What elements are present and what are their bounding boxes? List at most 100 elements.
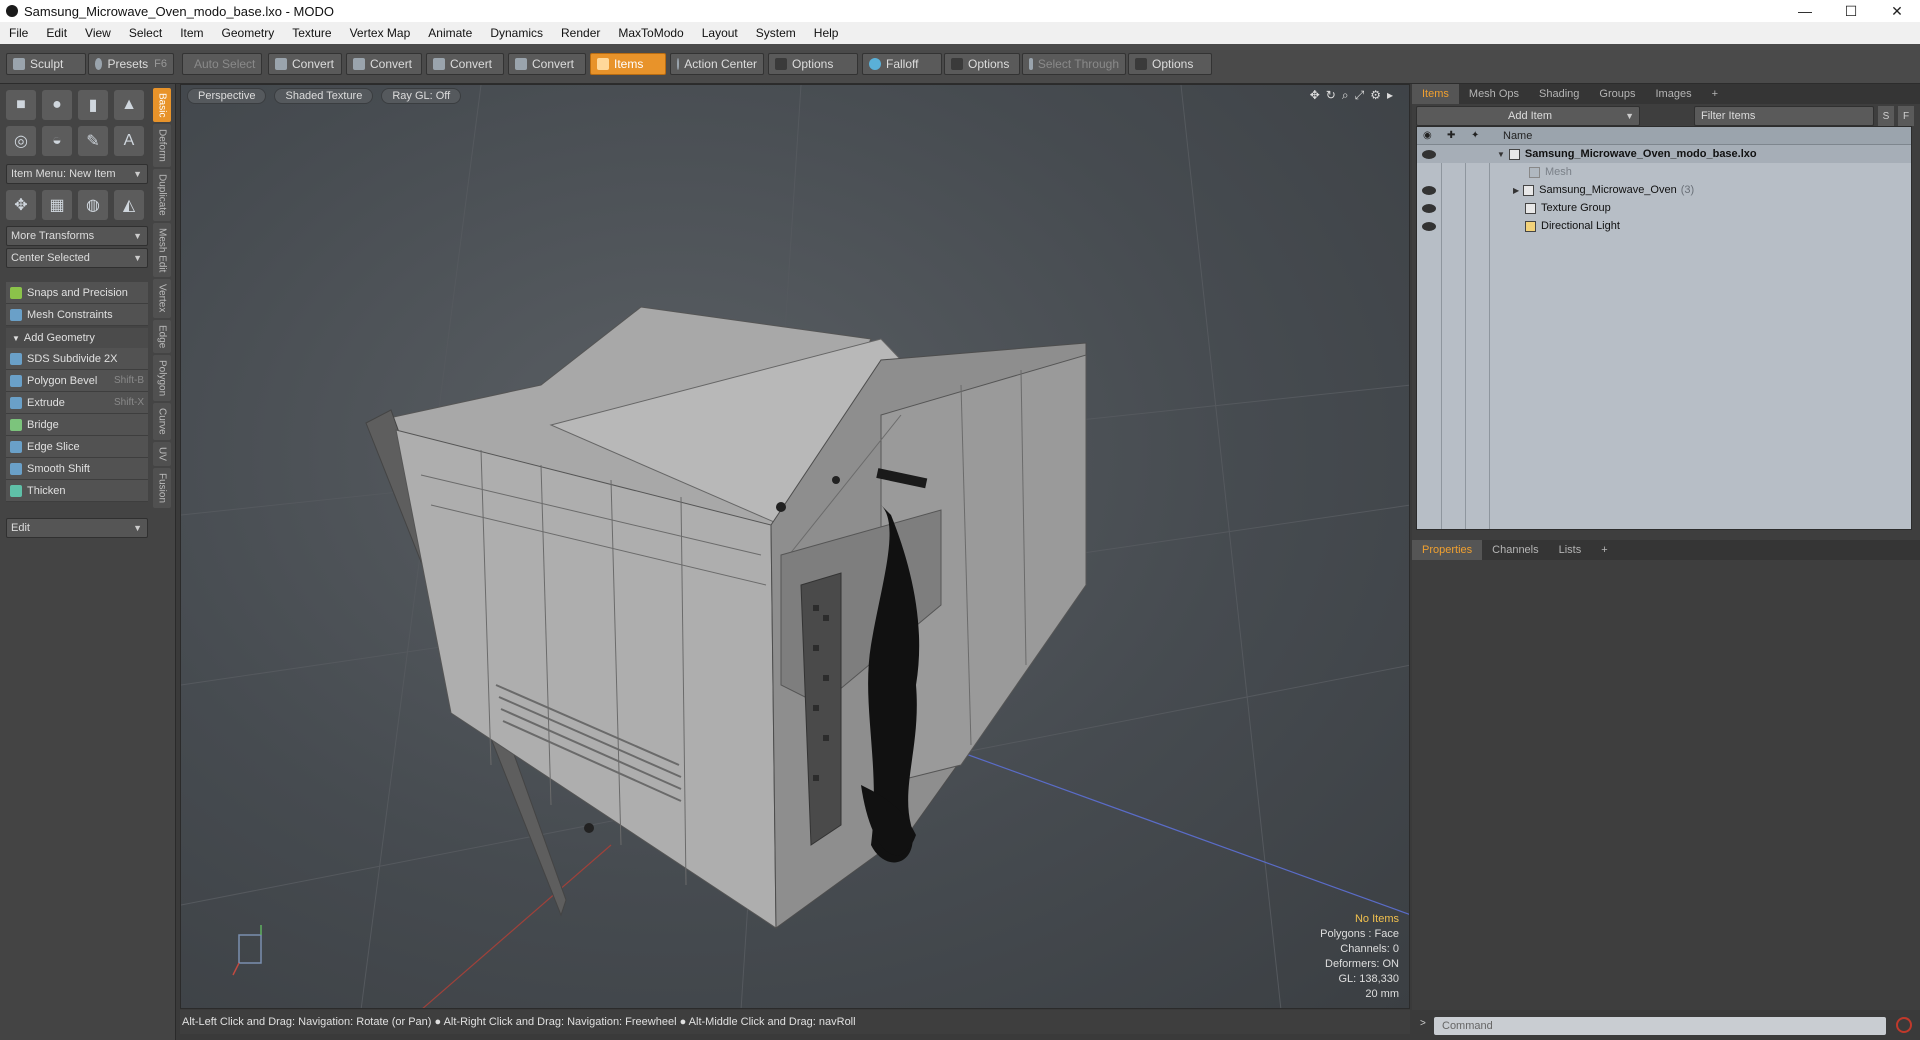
filter-f-button[interactable]: F (1898, 106, 1914, 126)
add-item-dropdown[interactable]: Add Item ▼ (1416, 106, 1640, 126)
tree-item-mesh[interactable]: Mesh (1417, 163, 1911, 181)
items-mode-button[interactable]: Items (590, 53, 666, 75)
tab-polygon[interactable]: Polygon (153, 355, 171, 402)
close-button[interactable]: ✕ (1874, 0, 1920, 22)
edit-dropdown[interactable]: Edit ▼ (6, 518, 148, 538)
rotate-icon[interactable]: ↻ (1326, 88, 1336, 103)
menu-help[interactable]: Help (805, 26, 848, 40)
view-perspective-button[interactable]: Perspective (187, 88, 267, 104)
menu-item[interactable]: Item (171, 26, 212, 40)
tree-item-scene[interactable]: ▼ Samsung_Microwave_Oven_modo_base.lxo (1417, 145, 1911, 163)
bridge-button[interactable]: Bridge (6, 414, 148, 436)
tab-images[interactable]: Images (1646, 84, 1702, 104)
convert-edge-button[interactable]: Convert (346, 53, 422, 75)
tab-fusion[interactable]: Fusion (153, 467, 171, 508)
snaps-precision-button[interactable]: Snaps and Precision (6, 282, 148, 304)
action-center-options-button[interactable]: Options (768, 53, 858, 75)
tab-items[interactable]: Items (1412, 84, 1459, 104)
text-icon[interactable]: A (114, 126, 144, 156)
menu-view[interactable]: View (76, 26, 120, 40)
globe-icon[interactable]: ◍ (78, 190, 108, 220)
select-through-button[interactable]: Select Through (1022, 53, 1126, 75)
fit-icon[interactable]: ⤢ (1355, 88, 1365, 103)
workplane-icon[interactable]: ◭ (114, 190, 144, 220)
add-tab-icon[interactable]: + (1591, 540, 1617, 560)
tree-item-texture-group[interactable]: Texture Group (1417, 199, 1911, 217)
add-geometry-header[interactable]: ▼ Add Geometry (6, 328, 148, 348)
visibility-eye-icon[interactable] (1422, 221, 1436, 231)
cube-icon[interactable]: ■ (6, 90, 36, 120)
tab-duplicate[interactable]: Duplicate (153, 169, 171, 221)
visibility-eye-icon[interactable] (1422, 149, 1436, 159)
menu-animate[interactable]: Animate (419, 26, 481, 40)
gear-icon[interactable]: ⚙ (1370, 88, 1381, 103)
grid-icon[interactable]: ▦ (42, 190, 72, 220)
tree-item-microwave-group[interactable]: ▶ Samsung_Microwave_Oven (3) (1417, 181, 1911, 199)
menu-vertex-map[interactable]: Vertex Map (341, 26, 420, 40)
menu-system[interactable]: System (747, 26, 805, 40)
auto-select-button[interactable]: Auto Select (182, 53, 262, 75)
menu-render[interactable]: Render (552, 26, 609, 40)
menu-texture[interactable]: Texture (283, 26, 340, 40)
menu-edit[interactable]: Edit (37, 26, 76, 40)
tab-edge[interactable]: Edge (153, 319, 171, 354)
menu-file[interactable]: File (0, 26, 37, 40)
zoom-icon[interactable]: ⌕ (1342, 88, 1349, 103)
action-center-button[interactable]: Action Center (670, 53, 764, 75)
tab-deform[interactable]: Deform (153, 124, 171, 168)
pan-icon[interactable]: ✥ (1310, 88, 1320, 103)
shading-mode-button[interactable]: Shaded Texture (274, 88, 374, 104)
smooth-shift-button[interactable]: Smooth Shift (6, 458, 148, 480)
filter-s-button[interactable]: S (1878, 106, 1894, 126)
extrude-button[interactable]: Extrude Shift-X (6, 392, 148, 414)
more-transforms-dropdown[interactable]: More Transforms ▼ (6, 226, 148, 246)
maximize-button[interactable]: ☐ (1828, 0, 1874, 22)
tab-basic[interactable]: Basic (153, 88, 171, 123)
microwave-model[interactable] (364, 306, 1087, 929)
torus-icon[interactable]: ◎ (6, 126, 36, 156)
add-tab-icon[interactable]: + (1702, 84, 1728, 104)
falloff-options-button[interactable]: Options (944, 53, 1020, 75)
thicken-button[interactable]: Thicken (6, 480, 148, 502)
select-through-options-button[interactable]: Options (1128, 53, 1212, 75)
tab-vertex[interactable]: Vertex (153, 279, 171, 318)
render-column-icon[interactable]: ✦ (1471, 130, 1479, 141)
cone-icon[interactable]: ▲ (114, 90, 144, 120)
convert-polygon-button[interactable]: Convert (426, 53, 504, 75)
mesh-constraints-button[interactable]: Mesh Constraints (6, 304, 148, 326)
tab-channels[interactable]: Channels (1482, 540, 1548, 560)
menu-maxtomodo[interactable]: MaxToModo (609, 26, 692, 40)
convert-vertex-button[interactable]: Convert (268, 53, 342, 75)
tab-properties[interactable]: Properties (1412, 540, 1483, 560)
presets-button[interactable]: Presets F6 (88, 53, 174, 75)
center-selected-dropdown[interactable]: Center Selected ▼ (6, 248, 148, 268)
item-menu-dropdown[interactable]: Item Menu: New Item ▼ (6, 164, 148, 184)
minimize-button[interactable]: — (1782, 0, 1828, 22)
command-input[interactable]: Command (1434, 1017, 1886, 1035)
menu-dynamics[interactable]: Dynamics (481, 26, 552, 40)
pen-icon[interactable]: ✎ (78, 126, 108, 156)
lock-column-icon[interactable]: ✚ (1447, 130, 1455, 141)
sphere-icon[interactable]: ● (42, 90, 72, 120)
edge-slice-button[interactable]: Edge Slice (6, 436, 148, 458)
tab-shading[interactable]: Shading (1529, 84, 1589, 104)
tree-item-directional-light[interactable]: Directional Light (1417, 217, 1911, 235)
3d-viewport[interactable]: Perspective Shaded Texture Ray GL: Off ✥… (180, 84, 1410, 1009)
menu-select[interactable]: Select (120, 26, 171, 40)
record-icon[interactable] (1896, 1017, 1912, 1033)
tab-uv[interactable]: UV (153, 441, 171, 466)
convert-material-button[interactable]: Convert (508, 53, 586, 75)
visibility-eye-icon[interactable] (1422, 203, 1436, 213)
sculpt-button[interactable]: Sculpt (6, 53, 86, 75)
capsule-icon[interactable]: ◒ (42, 126, 72, 156)
filter-items-input[interactable]: Filter Items (1694, 106, 1874, 126)
chevron-right-icon[interactable]: ▸ (1387, 88, 1393, 103)
tab-curve[interactable]: Curve (153, 403, 171, 440)
expand-arrow-icon[interactable]: ▶ (1513, 186, 1519, 195)
transform-icon[interactable]: ✥ (6, 190, 36, 220)
tab-mesh-ops[interactable]: Mesh Ops (1459, 84, 1529, 104)
tab-groups[interactable]: Groups (1589, 84, 1645, 104)
eye-column-icon[interactable]: ◉ (1423, 130, 1432, 141)
collapse-arrow-icon[interactable]: ▼ (1497, 150, 1505, 159)
menu-geometry[interactable]: Geometry (213, 26, 284, 40)
